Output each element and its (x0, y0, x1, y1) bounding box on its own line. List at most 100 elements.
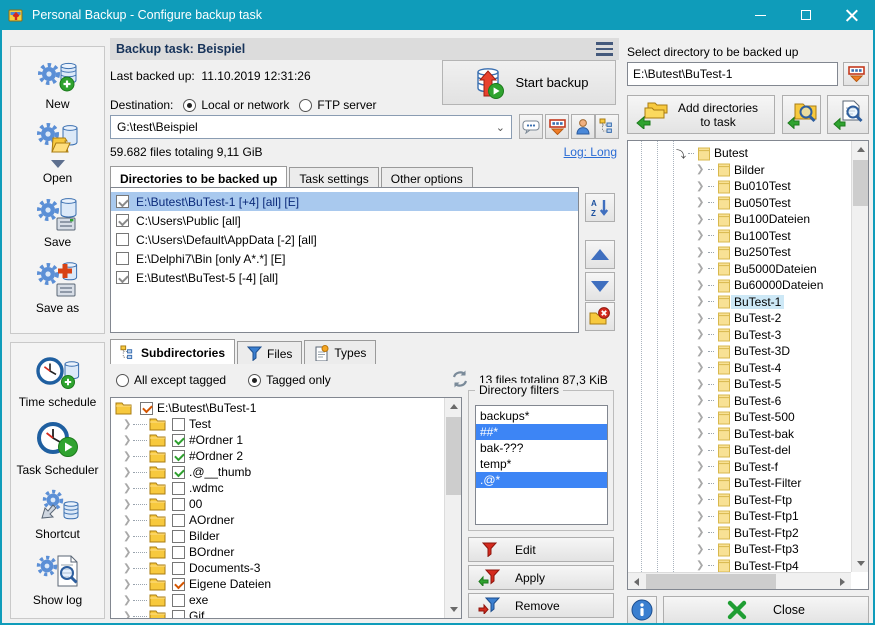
browser-row[interactable]: ❯ BuTest-Filter (628, 475, 851, 492)
expand-chevron-icon[interactable]: ❯ (696, 214, 708, 225)
expand-chevron-icon[interactable]: ❯ (696, 247, 708, 258)
menu-icon[interactable] (596, 42, 613, 56)
browser-vscrollbar[interactable] (851, 141, 868, 572)
tree-checkbox[interactable] (172, 546, 185, 559)
sort-button[interactable]: A Z (585, 193, 615, 222)
expand-chevron-icon[interactable]: ❯ (696, 263, 708, 274)
filter-row[interactable]: backups* (476, 408, 607, 424)
drive-picker-button[interactable] (843, 62, 869, 86)
tree-checkbox[interactable] (172, 418, 185, 431)
browser-row[interactable]: ❯ BuTest-500 (628, 409, 851, 426)
directory-checkbox[interactable] (116, 214, 129, 227)
tab-directories[interactable]: Directories to be backed up (110, 166, 287, 189)
browser-row[interactable]: ❯ BuTest-bak (628, 426, 851, 443)
tree-checkbox[interactable] (172, 482, 185, 495)
minimize-button[interactable] (737, 0, 783, 30)
edit-filter-button[interactable]: Edit (468, 537, 614, 562)
scroll-thumb[interactable] (646, 574, 776, 589)
tree-checkbox[interactable] (172, 562, 185, 575)
expand-chevron-icon[interactable]: ❯ (123, 419, 133, 430)
tree-row[interactable]: ❯ Eigene Dateien (111, 576, 444, 592)
directory-checkbox[interactable] (116, 233, 129, 246)
expand-chevron-icon[interactable]: ❯ (123, 611, 133, 620)
tree-row[interactable]: ❯ Bilder (111, 528, 444, 544)
tree-row[interactable]: ❯ Documents-3 (111, 560, 444, 576)
scroll-up-button[interactable] (445, 398, 462, 415)
expand-chevron-icon[interactable]: ❯ (696, 494, 708, 505)
browser-row[interactable]: ❯ BuTest-Ftp (628, 492, 851, 509)
expand-chevron-icon[interactable]: ❯ (123, 547, 133, 558)
filter-row[interactable]: ##* (476, 424, 607, 440)
directory-row[interactable]: E:\Delphi7\Bin [only A*.*] [E] (111, 249, 578, 268)
tab-types[interactable]: Types (304, 340, 376, 364)
combo-dropdown-icon[interactable]: ⌄ (496, 121, 505, 134)
tab-subdirectories[interactable]: Subdirectories (110, 339, 235, 364)
scroll-thumb[interactable] (446, 417, 461, 495)
tree-row[interactable]: ❯ .@__thumb (111, 464, 444, 480)
tree-checkbox[interactable] (140, 402, 153, 415)
radio-ftp-server[interactable]: FTP server (299, 98, 376, 112)
tree-checkbox[interactable] (172, 578, 185, 591)
browser-row[interactable]: ❯ BuTest-Ftp1 (628, 508, 851, 525)
expand-chevron-icon[interactable]: ❯ (123, 563, 133, 574)
sidebar-item-open[interactable]: Open (11, 122, 104, 185)
radio-tagged-only[interactable]: Tagged only (248, 373, 331, 387)
browser-row[interactable]: ❯ Bu050Test (628, 195, 851, 212)
remove-filter-button[interactable]: Remove (468, 593, 614, 618)
sidebar-item-show-log[interactable]: Show log (11, 552, 104, 607)
tab-files[interactable]: Files (237, 341, 302, 364)
drive-select-button[interactable] (545, 114, 569, 139)
apply-filter-button[interactable]: Apply (468, 565, 614, 590)
expand-chevron-icon[interactable]: ❯ (696, 379, 708, 390)
directory-checkbox[interactable] (116, 195, 129, 208)
filter-row[interactable]: temp* (476, 456, 607, 472)
tab-other-options[interactable]: Other options (381, 167, 473, 189)
tree-row[interactable]: ❯ BOrdner (111, 544, 444, 560)
collapse-chevron-icon[interactable]: ⤵ (676, 146, 688, 161)
browser-row[interactable]: ❯ Bilder (628, 162, 851, 179)
remove-directory-button[interactable] (585, 302, 615, 331)
scroll-thumb[interactable] (853, 160, 868, 206)
browser-row[interactable]: ❯ BuTest-1 (628, 294, 851, 311)
browser-row[interactable]: ❯ Bu60000Dateien (628, 277, 851, 294)
open-dropdown-arrow-icon[interactable] (51, 160, 65, 168)
browser-row[interactable]: ❯ BuTest-6 (628, 393, 851, 410)
expand-chevron-icon[interactable]: ❯ (696, 313, 708, 324)
directory-path-input[interactable]: E:\Butest\BuTest-1 (627, 62, 838, 86)
filter-row[interactable]: .@* (476, 472, 607, 488)
sidebar-item-shortcut[interactable]: Shortcut (11, 488, 104, 541)
add-directories-button[interactable]: Add directories to task (627, 95, 775, 134)
tree-row[interactable]: ❯ Gif (111, 608, 444, 619)
scroll-down-button[interactable] (445, 601, 462, 618)
directory-checkbox[interactable] (116, 252, 129, 265)
close-window-button[interactable] (829, 0, 875, 30)
expand-chevron-icon[interactable]: ❯ (696, 478, 708, 489)
scroll-up-button[interactable] (852, 141, 869, 158)
sidebar-item-save-as[interactable]: Save as (11, 260, 104, 315)
tree-row[interactable]: ❯ exe (111, 592, 444, 608)
expand-chevron-icon[interactable]: ❯ (123, 579, 133, 590)
expand-chevron-icon[interactable]: ❯ (123, 531, 133, 542)
start-backup-button[interactable]: Start backup (442, 60, 616, 105)
radio-local-network[interactable]: Local or network (183, 98, 289, 112)
tree-row[interactable]: ❯ #Ordner 1 (111, 432, 444, 448)
expand-chevron-icon[interactable]: ❯ (696, 445, 708, 456)
expand-chevron-icon[interactable]: ❯ (123, 451, 133, 462)
scroll-right-button[interactable] (834, 573, 851, 590)
expand-chevron-icon[interactable]: ❯ (696, 428, 708, 439)
expand-chevron-icon[interactable]: ❯ (123, 515, 133, 526)
log-link[interactable]: Log: Long (542, 145, 617, 159)
expand-chevron-icon[interactable]: ❯ (696, 346, 708, 357)
directory-row[interactable]: E:\Butest\BuTest-5 [-4] [all] (111, 268, 578, 287)
browser-row[interactable]: ❯ Bu100Test (628, 228, 851, 245)
directory-checkbox[interactable] (116, 271, 129, 284)
browser-row[interactable]: ❯ BuTest-Ftp2 (628, 525, 851, 542)
expand-chevron-icon[interactable]: ❯ (696, 197, 708, 208)
expand-chevron-icon[interactable]: ❯ (696, 296, 708, 307)
tree-checkbox[interactable] (172, 610, 185, 620)
maximize-button[interactable] (783, 0, 829, 30)
comment-button[interactable] (519, 114, 543, 139)
expand-chevron-icon[interactable]: ❯ (696, 230, 708, 241)
browser-row[interactable]: ❯ BuTest-Ftp4 (628, 558, 851, 573)
browser-row[interactable]: ❯ Bu250Test (628, 244, 851, 261)
